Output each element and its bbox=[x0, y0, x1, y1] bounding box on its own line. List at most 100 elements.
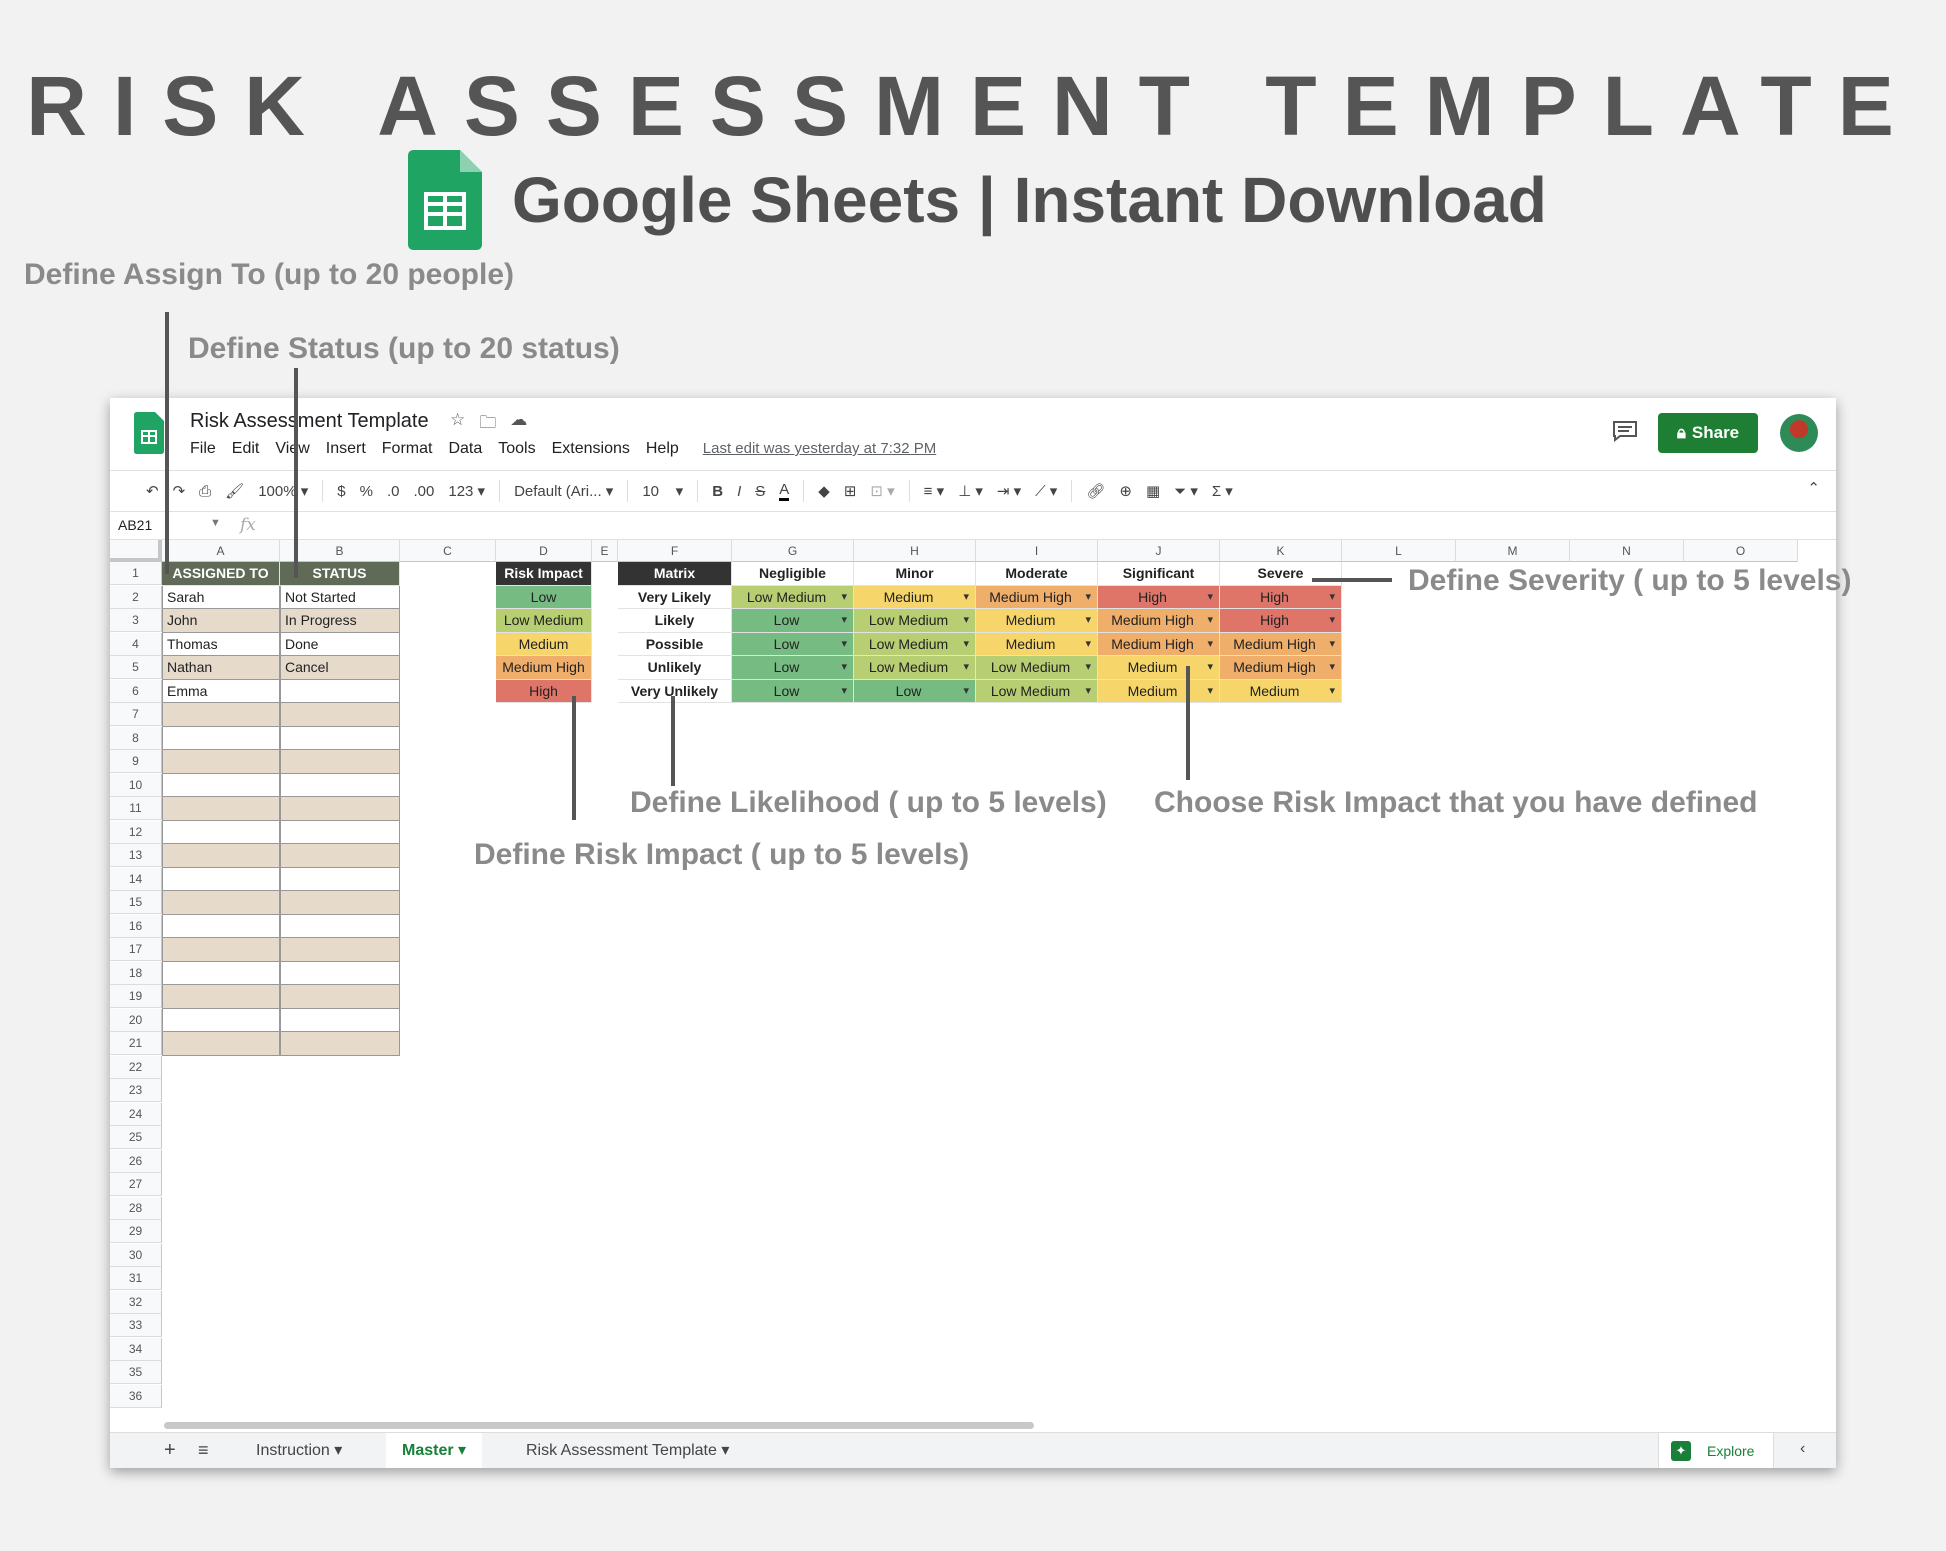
add-sheet-icon[interactable]: + bbox=[164, 1439, 176, 1462]
matrix-cell-dropdown[interactable]: Medium High bbox=[1220, 632, 1342, 656]
risk-impact-level[interactable]: High bbox=[496, 679, 592, 703]
decrease-decimal-button[interactable]: .0 bbox=[387, 483, 400, 500]
matrix-cell-dropdown[interactable]: Medium bbox=[1220, 679, 1342, 703]
assignee-cell[interactable] bbox=[162, 867, 280, 891]
column-header-m[interactable]: M bbox=[1456, 540, 1570, 562]
share-button[interactable]: 🔒︎ Share bbox=[1658, 413, 1758, 453]
status-cell[interactable] bbox=[280, 679, 400, 703]
cloud-status-icon[interactable]: ☁ bbox=[510, 410, 527, 439]
assignee-cell[interactable] bbox=[162, 726, 280, 750]
text-wrap-icon[interactable]: ⇥ ▾ bbox=[997, 482, 1021, 500]
menu-view[interactable]: View bbox=[275, 440, 309, 458]
matrix-cell-dropdown[interactable]: Medium High bbox=[1220, 656, 1342, 680]
row-header[interactable]: 12 bbox=[110, 820, 162, 844]
matrix-cell-dropdown[interactable]: High bbox=[1098, 585, 1220, 609]
assignee-cell[interactable] bbox=[162, 1008, 280, 1032]
borders-icon[interactable]: ⊞ bbox=[844, 482, 857, 500]
font-size-select[interactable]: 10 ▾ bbox=[642, 482, 683, 500]
matrix-cell-dropdown[interactable]: Low Medium bbox=[854, 609, 976, 633]
select-all-corner[interactable] bbox=[110, 540, 162, 562]
row-header[interactable]: 30 bbox=[110, 1243, 162, 1267]
column-header-h[interactable]: H bbox=[854, 540, 976, 562]
tab-instruction[interactable]: Instruction ▾ bbox=[240, 1433, 358, 1468]
assignee-cell[interactable] bbox=[162, 797, 280, 821]
zoom-select[interactable]: 100% ▾ bbox=[258, 482, 308, 500]
currency-format-button[interactable]: $ bbox=[337, 483, 345, 500]
menu-format[interactable]: Format bbox=[382, 440, 433, 458]
row-header[interactable]: 23 bbox=[110, 1079, 162, 1102]
matrix-cell-dropdown[interactable]: High bbox=[1220, 609, 1342, 633]
sheet-grid[interactable]: A B C D E F G H I J K L M N O 1 2 3 4 5 6 7 8 9 10 11 12 13 14 15 16 17… bbox=[110, 540, 1836, 1417]
status-cell[interactable]: Not Started bbox=[280, 585, 400, 609]
strikethrough-icon[interactable]: S bbox=[755, 483, 765, 500]
assignee-cell[interactable] bbox=[162, 844, 280, 868]
matrix-cell-dropdown[interactable]: Medium bbox=[976, 609, 1098, 633]
row-header[interactable]: 32 bbox=[110, 1290, 162, 1314]
horizontal-align-icon[interactable]: ≡ ▾ bbox=[924, 482, 944, 500]
functions-icon[interactable]: Σ ▾ bbox=[1212, 482, 1233, 500]
row-header[interactable]: 35 bbox=[110, 1361, 162, 1384]
assignee-cell[interactable] bbox=[162, 773, 280, 797]
matrix-cell-dropdown[interactable]: Medium bbox=[854, 585, 976, 609]
assignee-cell[interactable] bbox=[162, 914, 280, 938]
matrix-cell-dropdown[interactable]: Low Medium bbox=[976, 656, 1098, 680]
last-edit-link[interactable]: Last edit was yesterday at 7:32 PM bbox=[703, 440, 936, 458]
column-header-c[interactable]: C bbox=[400, 540, 496, 562]
matrix-cell-dropdown[interactable]: Low Medium bbox=[976, 679, 1098, 703]
font-select[interactable]: Default (Ari... ▾ bbox=[514, 482, 613, 500]
more-formats-select[interactable]: 123 ▾ bbox=[448, 482, 485, 500]
row-header[interactable]: 2 bbox=[110, 585, 162, 609]
text-rotation-icon[interactable]: ⟋ ▾ bbox=[1035, 482, 1057, 500]
matrix-cell-dropdown[interactable]: Medium High bbox=[1098, 609, 1220, 633]
row-header[interactable]: 31 bbox=[110, 1267, 162, 1290]
matrix-cell-dropdown[interactable]: Low bbox=[732, 632, 854, 656]
column-header-a[interactable]: A bbox=[162, 540, 280, 562]
increase-decimal-button[interactable]: .00 bbox=[414, 483, 435, 500]
menu-extensions[interactable]: Extensions bbox=[552, 440, 630, 458]
row-header[interactable]: 29 bbox=[110, 1220, 162, 1243]
row-header[interactable]: 16 bbox=[110, 914, 162, 938]
status-cell[interactable] bbox=[280, 938, 400, 962]
row-header[interactable]: 20 bbox=[110, 1008, 162, 1032]
assignee-cell[interactable]: Sarah bbox=[162, 585, 280, 609]
vertical-align-icon[interactable]: ⊥ ▾ bbox=[958, 482, 983, 500]
matrix-cell-dropdown[interactable]: Low Medium bbox=[732, 585, 854, 609]
row-header[interactable]: 36 bbox=[110, 1384, 162, 1408]
status-cell[interactable] bbox=[280, 1032, 400, 1056]
star-icon[interactable]: ☆ bbox=[450, 410, 465, 439]
tab-risk-assessment-template[interactable]: Risk Assessment Template ▾ bbox=[510, 1433, 745, 1468]
row-header[interactable]: 25 bbox=[110, 1126, 162, 1149]
menu-help[interactable]: Help bbox=[646, 440, 679, 458]
collapse-toolbar-icon[interactable]: ⌃ bbox=[1807, 479, 1820, 497]
menu-insert[interactable]: Insert bbox=[326, 440, 366, 458]
status-cell[interactable] bbox=[280, 867, 400, 891]
menu-tools[interactable]: Tools bbox=[498, 440, 535, 458]
assignee-cell[interactable] bbox=[162, 820, 280, 844]
row-header[interactable]: 8 bbox=[110, 726, 162, 750]
row-header[interactable]: 14 bbox=[110, 867, 162, 891]
matrix-cell-dropdown[interactable]: Medium High bbox=[1098, 632, 1220, 656]
move-folder-icon[interactable]: 🗀 bbox=[479, 410, 496, 439]
row-header[interactable]: 15 bbox=[110, 891, 162, 914]
text-color-icon[interactable]: A bbox=[779, 481, 790, 501]
doc-title[interactable]: Risk Assessment Template bbox=[190, 410, 429, 433]
row-header[interactable]: 11 bbox=[110, 797, 162, 820]
column-header-n[interactable]: N bbox=[1570, 540, 1684, 562]
status-cell[interactable]: Done bbox=[280, 632, 400, 656]
horizontal-scrollbar[interactable] bbox=[162, 1418, 1822, 1432]
status-cell[interactable] bbox=[280, 985, 400, 1009]
tab-master[interactable]: Master ▾ bbox=[386, 1433, 483, 1468]
assignee-cell[interactable] bbox=[162, 703, 280, 727]
matrix-cell-dropdown[interactable]: Low bbox=[854, 679, 976, 703]
assignee-cell[interactable] bbox=[162, 985, 280, 1009]
chevron-left-icon[interactable]: ‹ bbox=[1800, 1440, 1805, 1458]
row-header[interactable]: 19 bbox=[110, 985, 162, 1008]
matrix-cell-dropdown[interactable]: Medium bbox=[1098, 679, 1220, 703]
menu-file[interactable]: File bbox=[190, 440, 216, 458]
merge-cells-icon[interactable]: ⊡ ▾ bbox=[870, 482, 894, 500]
status-cell[interactable] bbox=[280, 797, 400, 821]
row-header[interactable]: 26 bbox=[110, 1149, 162, 1173]
matrix-cell-dropdown[interactable]: Low Medium bbox=[854, 656, 976, 680]
row-header[interactable]: 28 bbox=[110, 1196, 162, 1220]
row-header[interactable]: 22 bbox=[110, 1055, 162, 1079]
